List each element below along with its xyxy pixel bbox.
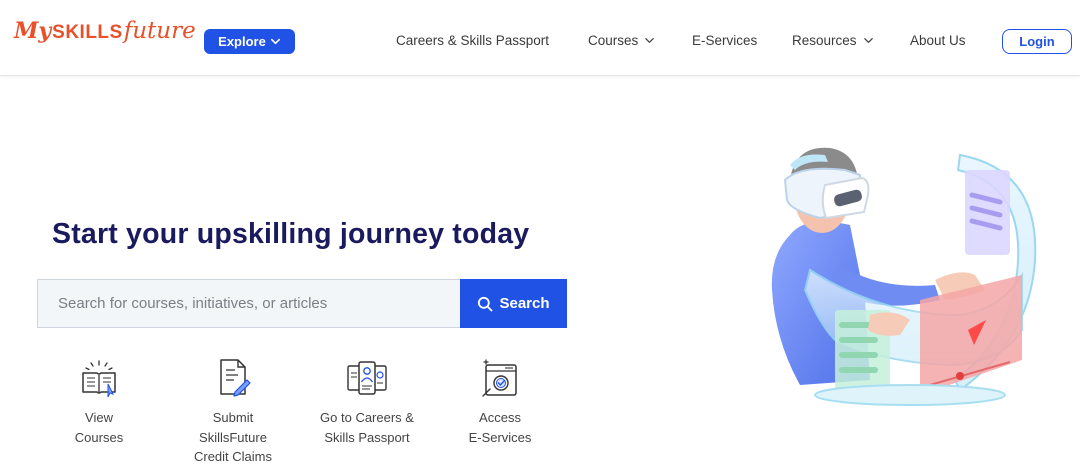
book-icon [82,360,116,398]
myskillsfuture-logo[interactable]: My SKILLS future [14,18,196,66]
browser-check-icon [482,359,517,397]
nav-courses[interactable]: Courses [588,33,655,48]
search-input[interactable] [37,279,460,328]
nav-careers-skills-passport[interactable]: Careers & Skills Passport [396,33,549,48]
chevron-down-icon [863,38,873,43]
document-pen-icon [220,359,251,397]
quick-link-view-courses[interactable]: View Courses [34,356,164,447]
nav-courses-label: Courses [588,33,639,48]
chevron-down-icon [645,38,655,43]
login-button[interactable]: Login [1002,29,1072,54]
quick-link-label: View Courses [74,410,124,445]
logo-future: future [123,18,196,44]
explore-button[interactable]: Explore [204,29,295,54]
explore-label: Explore [218,34,266,49]
logo-skills: SKILLS [52,22,123,43]
quick-link-label: Access E-Services [468,410,532,445]
site-header: My SKILLS future Explore Careers & Skill… [0,0,1080,76]
quick-link-label: Go to Careers & Skills Passport [320,410,414,445]
nav-resources[interactable]: Resources [792,33,874,48]
search-button[interactable]: Search [460,279,567,328]
logo-my: My [14,18,52,44]
quick-link-careers-skills-passport[interactable]: Go to Careers & Skills Passport [302,356,432,447]
quick-link-access-eservices[interactable]: Access E-Services [435,356,565,447]
search-button-label: Search [499,295,550,312]
nav-eservices[interactable]: E-Services [692,33,757,48]
quick-link-label: Submit SkillsFuture Credit Claims [193,410,272,464]
nav-eservices-label: E-Services [692,33,758,48]
search-bar: Search [37,279,567,328]
nav-resources-label: Resources [792,33,857,48]
nav-about-us[interactable]: About Us [910,33,966,48]
chevron-down-icon [270,38,280,45]
search-icon [478,296,493,311]
nav-careers-label: Careers & Skills Passport [396,33,550,48]
hero-title: Start your upskilling journey today [52,218,530,250]
vr-learner-illustration [771,147,1037,406]
passport-icon [347,361,387,395]
nav-about-label: About Us [910,33,966,48]
quick-link-submit-credit-claims[interactable]: Submit SkillsFuture Credit Claims [168,356,298,466]
